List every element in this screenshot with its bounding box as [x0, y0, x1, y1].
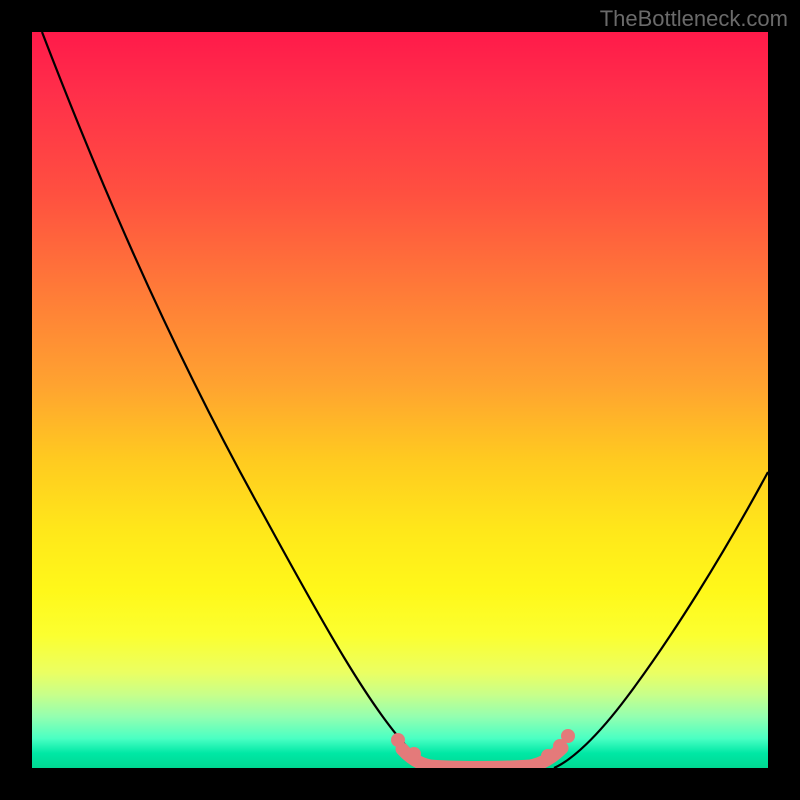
plot-area: [32, 32, 768, 768]
marker-dot: [407, 747, 421, 761]
chart-svg: [32, 32, 768, 768]
marker-dot: [541, 749, 555, 763]
watermark-text: TheBottleneck.com: [600, 6, 788, 32]
right-curve: [554, 472, 768, 768]
marker-dot: [391, 733, 405, 747]
marker-dot: [561, 729, 575, 743]
left-curve: [42, 32, 436, 768]
bottom-highlight: [402, 748, 562, 768]
